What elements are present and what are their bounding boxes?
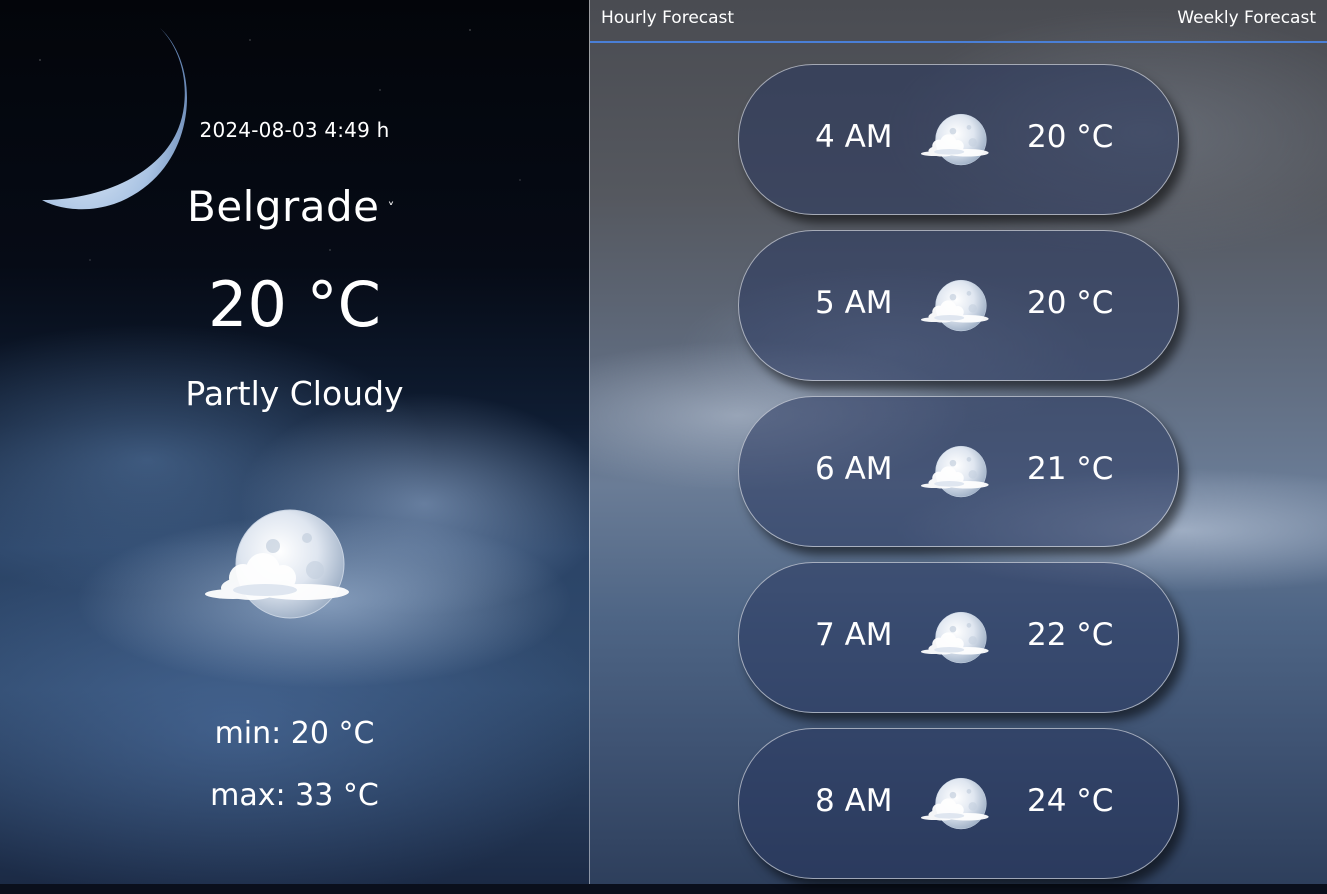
forecast-time: 4 AM	[815, 119, 893, 155]
hourly-forecast-card: 8 AM 24 °C	[738, 728, 1179, 879]
moon-cloud-icon	[920, 776, 1000, 834]
hourly-forecast-list: 4 AM 20 °C 5 AM 20 °C 6 AM 21 °C 7 AM 22…	[738, 64, 1179, 894]
forecast-temperature: 20 °C	[1027, 285, 1114, 321]
hourly-forecast-card: 4 AM 20 °C	[738, 64, 1179, 215]
min-temperature: min: 20 °C	[214, 716, 375, 751]
forecast-tabs: Hourly Forecast Weekly Forecast	[590, 0, 1327, 43]
forecast-temperature: 24 °C	[1027, 783, 1114, 819]
current-datetime: 2024-08-03 4:49 h	[199, 118, 390, 142]
forecast-temperature: 21 °C	[1027, 451, 1114, 487]
forecast-time: 7 AM	[815, 617, 893, 653]
forecast-time: 5 AM	[815, 285, 893, 321]
tab-weekly-forecast[interactable]: Weekly Forecast	[1177, 8, 1316, 28]
current-condition: Partly Cloudy	[185, 374, 404, 413]
max-temperature: max: 33 °C	[210, 778, 379, 813]
moon-cloud-icon	[203, 508, 373, 626]
forecast-time: 8 AM	[815, 783, 893, 819]
city-name: Belgrade	[187, 181, 380, 231]
forecast-time: 6 AM	[815, 451, 893, 487]
hourly-forecast-card: 6 AM 21 °C	[738, 396, 1179, 547]
forecast-temperature: 20 °C	[1027, 119, 1114, 155]
forecast-temperature: 22 °C	[1027, 617, 1114, 653]
moon-cloud-icon	[920, 610, 1000, 668]
moon-cloud-icon	[920, 444, 1000, 502]
hourly-forecast-card: 5 AM 20 °C	[738, 230, 1179, 381]
current-weather-content: 2024-08-03 4:49 h Belgrade ˅ 20 °C Partl…	[0, 0, 589, 884]
current-temperature: 20 °C	[208, 268, 381, 341]
hourly-forecast-card: 7 AM 22 °C	[738, 562, 1179, 713]
moon-cloud-icon	[920, 112, 1000, 170]
chevron-down-icon: ˅	[387, 201, 395, 217]
city-selector[interactable]: Belgrade ˅	[187, 178, 395, 234]
moon-cloud-icon	[920, 278, 1000, 336]
tab-hourly-forecast[interactable]: Hourly Forecast	[601, 8, 734, 28]
